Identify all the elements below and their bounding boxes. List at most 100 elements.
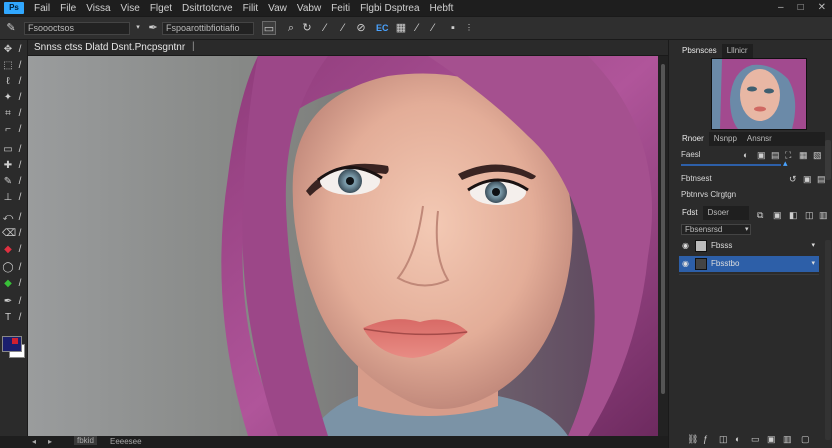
tool-icon[interactable]: / bbox=[14, 76, 26, 88]
blur-tool-icon[interactable]: ◯ bbox=[2, 262, 14, 274]
tab-channels[interactable]: Dsoer bbox=[703, 206, 734, 220]
eyedropper-icon[interactable]: ⌐ bbox=[2, 124, 14, 136]
property-slider[interactable] bbox=[681, 164, 781, 166]
search-icon[interactable]: ⌕ bbox=[284, 21, 298, 35]
move-tool-icon[interactable]: ✥ bbox=[2, 44, 14, 56]
tab-adjustments[interactable]: Nsnpp bbox=[709, 132, 742, 146]
new-layer-icon[interactable]: ⧉ bbox=[757, 210, 763, 220]
brush-tool-icon[interactable]: ✎ bbox=[2, 176, 14, 188]
dots-icon[interactable]: ⋮ bbox=[462, 21, 476, 35]
tool-icon[interactable]: / bbox=[14, 192, 26, 204]
tool-icon[interactable]: / bbox=[14, 144, 26, 156]
tool-icon[interactable]: / bbox=[14, 92, 26, 104]
tool-icon[interactable]: ▣ bbox=[803, 174, 812, 184]
chevron-down-icon[interactable]: ▾ bbox=[131, 21, 145, 35]
close-icon[interactable]: ✕ bbox=[818, 2, 826, 13]
layer-row-selected[interactable]: ◉ Fbsstbo ▾ bbox=[679, 256, 819, 272]
brush-icon[interactable]: ⁄ bbox=[426, 21, 440, 35]
group-icon[interactable]: ▣ bbox=[773, 210, 782, 220]
menu-item[interactable]: File bbox=[60, 3, 76, 14]
marquee-tool-icon[interactable]: ⬚ bbox=[2, 60, 14, 72]
brush-icon[interactable]: ⁄ bbox=[336, 21, 350, 35]
chevron-down-icon[interactable]: ▾ bbox=[745, 225, 749, 235]
tab-navigator[interactable]: Pbsnsces bbox=[677, 44, 722, 58]
type-tool-icon[interactable]: T bbox=[2, 312, 14, 324]
visibility-eye-icon[interactable]: ◉ bbox=[682, 241, 689, 250]
gradient-tool-icon[interactable]: ◆ bbox=[2, 244, 14, 256]
reset-icon[interactable]: ↺ bbox=[789, 174, 797, 184]
navigator-thumbnail[interactable] bbox=[711, 58, 807, 130]
lasso-tool-icon[interactable]: ℓ bbox=[2, 76, 14, 88]
square-icon[interactable]: ▪ bbox=[446, 21, 460, 35]
preset-dropdown[interactable]: Fsoooctsos bbox=[24, 22, 130, 35]
magic-wand-icon[interactable]: ✦ bbox=[2, 92, 14, 104]
tool-icon[interactable]: / bbox=[14, 124, 26, 136]
dodge-tool-icon[interactable]: ◆ bbox=[2, 278, 14, 290]
canvas-scrollbar[interactable] bbox=[658, 56, 668, 436]
document-canvas[interactable] bbox=[28, 56, 658, 436]
menu-item[interactable]: Dsitrtotcrve bbox=[182, 3, 233, 14]
chevron-down-icon[interactable]: ▾ bbox=[811, 241, 815, 249]
brush-tool-icon[interactable]: ✎ bbox=[4, 21, 18, 35]
fx-icon[interactable]: ƒ bbox=[703, 434, 708, 444]
brush-icon[interactable]: ⁄ bbox=[410, 21, 424, 35]
minimize-icon[interactable]: – bbox=[778, 2, 784, 13]
swap-colors-icon[interactable] bbox=[12, 338, 18, 344]
menu-item[interactable]: Vise bbox=[121, 3, 140, 14]
menu-item[interactable]: Feiti bbox=[331, 3, 350, 14]
link-icon[interactable]: ⛓ bbox=[687, 434, 698, 444]
history-brush-icon[interactable]: ⤺ bbox=[2, 212, 14, 224]
mask-icon[interactable]: ◫ bbox=[805, 210, 814, 220]
pen-tool-icon[interactable]: ✒ bbox=[2, 296, 14, 308]
crop-tool-icon[interactable]: ⌗ bbox=[2, 108, 14, 120]
rotate-icon[interactable]: ↻ bbox=[300, 21, 314, 35]
adjustment-icon[interactable]: ◐ bbox=[735, 434, 740, 444]
pen-icon[interactable]: ✒ bbox=[146, 21, 160, 35]
menu-item[interactable]: Filit bbox=[243, 3, 259, 14]
new-layer-icon[interactable]: ▣ bbox=[767, 434, 776, 444]
tool-icon[interactable]: ▦ bbox=[799, 150, 808, 160]
menu-item[interactable]: Fail bbox=[34, 3, 50, 14]
stamp-tool-icon[interactable]: ⊥ bbox=[2, 192, 14, 204]
tool-icon[interactable]: / bbox=[14, 312, 26, 324]
visibility-eye-icon[interactable]: ◉ bbox=[682, 259, 689, 268]
mask-icon[interactable]: ◫ bbox=[719, 434, 728, 444]
menu-item[interactable]: Flget bbox=[150, 3, 172, 14]
eraser-tool-icon[interactable]: ⌫ bbox=[2, 228, 16, 240]
pressure-badge[interactable]: EC bbox=[376, 23, 389, 33]
frame-icon[interactable]: ▭ bbox=[262, 21, 276, 35]
grid-icon[interactable]: ▦ bbox=[394, 21, 408, 35]
trash-icon[interactable]: ▥ bbox=[819, 210, 828, 220]
maximize-icon[interactable]: □ bbox=[798, 2, 804, 13]
tool-icon[interactable]: ▤ bbox=[771, 150, 780, 160]
tool-icon[interactable]: / bbox=[14, 108, 26, 120]
status-doc-info[interactable]: Eeeesee bbox=[110, 437, 142, 446]
tab-layers[interactable]: Fdst bbox=[677, 206, 703, 220]
menu-item[interactable]: Vaw bbox=[268, 3, 287, 14]
chevron-down-icon[interactable]: ▾ bbox=[811, 259, 815, 267]
slider-handle-icon[interactable]: ▴ bbox=[783, 158, 788, 168]
layer-row[interactable]: ◉ Fbsss ▾ bbox=[679, 238, 819, 254]
brush-icon[interactable]: ⁄ bbox=[318, 21, 332, 35]
tool-icon[interactable]: ▢ bbox=[801, 434, 810, 444]
tab-styles[interactable]: Ansnsr bbox=[742, 132, 777, 146]
document-tab[interactable]: Snnss ctss Dlatd Dsnt.Pncpsgntnr bbox=[34, 42, 185, 53]
panel-scrollbar[interactable] bbox=[825, 140, 831, 180]
tool-icon[interactable]: ▧ bbox=[813, 150, 822, 160]
trash-icon[interactable]: ▥ bbox=[783, 434, 792, 444]
tool-icon[interactable]: / bbox=[14, 296, 26, 308]
adjustment-icon[interactable]: ◧ bbox=[789, 210, 798, 220]
pressure-icon[interactable]: ⊘ bbox=[354, 21, 368, 35]
menu-item[interactable]: Vabw bbox=[297, 3, 321, 14]
tool-icon[interactable]: / bbox=[14, 44, 26, 56]
menu-item[interactable]: Hebft bbox=[430, 3, 454, 14]
tab-library[interactable]: Lllnicr bbox=[722, 44, 753, 58]
layers-scrollbar[interactable] bbox=[825, 240, 831, 440]
menu-item[interactable]: Flgbi Dsptrea bbox=[360, 3, 419, 14]
status-zoom[interactable]: fbkid bbox=[74, 436, 97, 445]
menu-item[interactable]: Vissa bbox=[86, 3, 110, 14]
blend-mode-dropdown[interactable]: Fbsensrsd bbox=[681, 224, 751, 235]
tool-icon[interactable]: / bbox=[14, 60, 26, 72]
tool-icon[interactable]: / bbox=[14, 176, 26, 188]
tool-icon[interactable]: / bbox=[14, 262, 26, 274]
